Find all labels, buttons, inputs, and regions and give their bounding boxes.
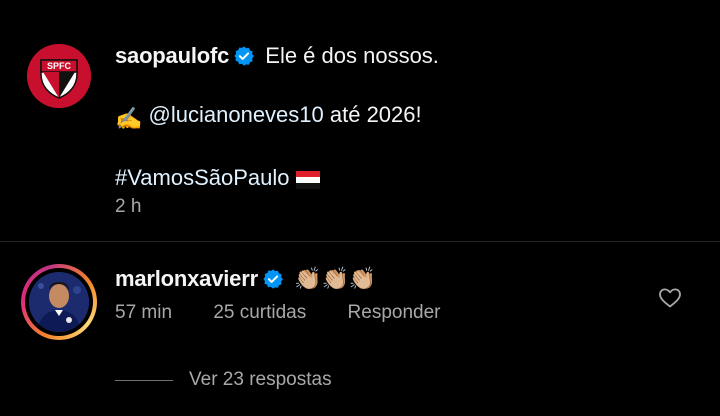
writing-hand-emoji: ✍️ bbox=[115, 106, 143, 131]
avatar-photo bbox=[29, 272, 89, 332]
comment-text: 👏🏼👏🏼👏🏼 bbox=[294, 266, 377, 291]
club-avatar[interactable]: SPFC bbox=[27, 44, 91, 108]
view-replies-button[interactable]: Ver 23 respostas bbox=[115, 368, 332, 392]
comment-avatar[interactable] bbox=[21, 264, 97, 340]
caption-text: saopaulofc Ele é dos nossos. ✍️ @luciano… bbox=[115, 40, 705, 198]
reply-button[interactable]: Responder bbox=[348, 302, 441, 324]
comment-username[interactable]: marlonxavierr bbox=[115, 266, 258, 291]
club-crest-icon: SPFC bbox=[27, 44, 91, 108]
caption-text-line-2: até 2026! bbox=[323, 102, 422, 127]
caption-line-3: #VamosSãoPaulo bbox=[115, 162, 705, 198]
hashtag-link[interactable]: #VamosSãoPaulo bbox=[115, 165, 290, 190]
user-photo-icon bbox=[29, 272, 89, 332]
verified-icon bbox=[262, 268, 284, 290]
heart-icon[interactable] bbox=[658, 286, 682, 310]
replies-rule bbox=[115, 379, 173, 381]
caption-section: SPFC saopaulofc Ele é dos nossos. ✍️ @lu… bbox=[0, 0, 720, 242]
caption-time: 2 h bbox=[115, 196, 142, 217]
comment-likes[interactable]: 25 curtidas bbox=[213, 302, 306, 324]
comment-meta: 57 min 25 curtidas Responder bbox=[115, 302, 441, 324]
caption-line-2: ✍️ @lucianoneves10 até 2026! bbox=[115, 99, 705, 135]
verified-icon bbox=[233, 45, 255, 67]
comment-item: marlonxavierr 👏🏼👏🏼👏🏼 57 min 25 curtidas … bbox=[0, 242, 720, 416]
comment-time: 57 min bbox=[115, 302, 173, 323]
caption-text-line-1: Ele é dos nossos. bbox=[265, 43, 439, 68]
mention-link[interactable]: @lucianoneves10 bbox=[149, 102, 324, 127]
comment-head: marlonxavierr 👏🏼👏🏼👏🏼 bbox=[115, 264, 376, 294]
caption-line-1: saopaulofc Ele é dos nossos. bbox=[115, 40, 705, 72]
caption-username[interactable]: saopaulofc bbox=[115, 43, 229, 68]
flag-icon bbox=[295, 166, 320, 198]
svg-text:SPFC: SPFC bbox=[47, 61, 72, 71]
avatar-ring-gap bbox=[25, 268, 93, 336]
view-replies-label: Ver 23 respostas bbox=[189, 369, 332, 390]
